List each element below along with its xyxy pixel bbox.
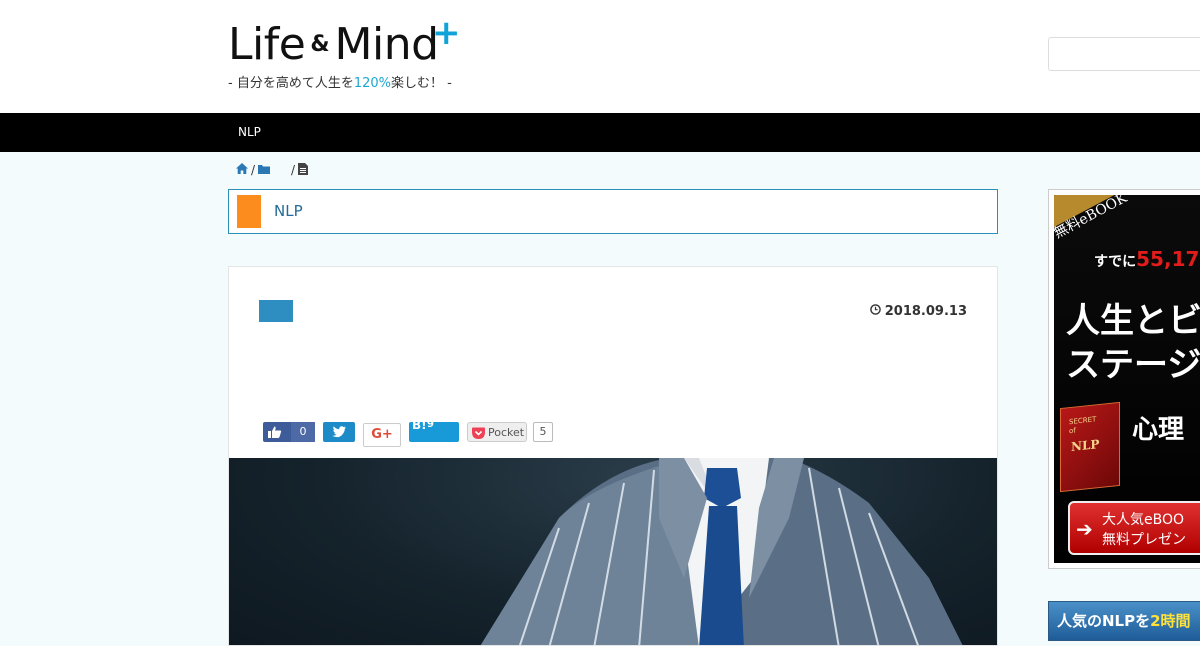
ad2-text: 人気のNLPを2時間 [1057,610,1191,631]
site-header: Life & Mind + - 自分を高めて人生を120%楽しむ！ - [0,0,1200,113]
ad2-accent: 2時間 [1150,612,1191,630]
ad-line1-pre: すでに [1094,254,1137,270]
hatena-bookmark-button[interactable]: B! 9 [409,418,459,442]
post-date-text: 2018.09.13 [884,304,967,319]
breadcrumb-separator: / [291,163,296,177]
document-icon [298,162,309,178]
pocket-button[interactable]: Pocket [467,422,527,442]
logo-word-life: Life [228,19,306,70]
thumbs-up-icon [268,426,282,438]
book-cover-title: NLP [1071,437,1100,454]
site-tagline: - 自分を高めて人生を120%楽しむ！ - [228,72,452,91]
post-date: 2018.09.13 [869,304,967,319]
logo-word-mind: Mind [334,19,440,70]
category-header: NLP [228,189,998,234]
ad-cta-line2: 無料プレゼン [1102,532,1186,548]
hero-image [229,458,997,645]
google-plus-button[interactable]: G+ [363,423,401,447]
ad-headline-1: 人生とビ [1066,301,1200,341]
article-card: 2018.09.13 0 G+ B! 9 Pocket 5 [228,266,998,646]
folder-icon[interactable] [258,163,271,177]
clock-icon [869,304,881,319]
ad2-pre: 人気のNLPを [1057,612,1151,630]
ad-subscriber-count: 55,17 [1136,247,1200,271]
category-title: NLP [274,202,303,220]
hatena-count: 9 [427,419,434,430]
tagline-after: 楽しむ！ - [391,76,452,91]
twitter-share-button[interactable] [323,422,355,442]
businessman-illustration [480,458,963,645]
home-icon[interactable] [236,163,248,177]
pocket-label: Pocket [488,426,525,439]
ebook-ad-banner: 無料eBOOK すでに55,17 人生とビ ステージ SECRET of NLP… [1054,195,1200,563]
ad-cta-button[interactable]: ➔ 大人気eBOO 無料プレゼン [1068,501,1200,555]
logo-plus-icon: + [432,13,461,53]
ad-subscriber-line: すでに55,17 [1094,247,1199,271]
site-logo[interactable]: Life & Mind + [228,16,461,70]
book-line-2: of [1069,426,1076,436]
logo-ampersand: & [310,32,330,57]
ebook-cover-image: SECRET of NLP [1060,401,1120,493]
breadcrumb: / / [236,162,309,178]
category-label[interactable] [259,300,293,322]
book-cover-subtitle: SECRET of [1069,415,1096,436]
facebook-count: 0 [291,422,315,442]
search-input[interactable] [1048,37,1200,71]
sidebar-nlp-course-ad[interactable]: 人気のNLPを2時間 [1048,601,1200,641]
ad-cta-line1: 大人気eBOO [1102,512,1185,528]
category-marker [237,195,261,228]
pocket-count: 5 [533,422,553,442]
twitter-bird-icon [332,426,346,438]
facebook-like-button[interactable]: 0 [263,422,315,442]
ad-headline-2: ステージ [1066,345,1200,385]
breadcrumb-separator: / [251,163,256,177]
nav-item-nlp[interactable]: NLP [238,125,261,139]
tagline-accent: 120% [353,76,391,91]
hatena-icon: B! [412,418,427,432]
main-navbar: NLP [0,113,1200,152]
pocket-icon [472,427,485,439]
ad-mid-text: 心理 [1132,415,1185,445]
arrow-right-icon: ➔ [1076,517,1093,541]
tagline-before: - 自分を高めて人生を [228,76,354,91]
sidebar-ebook-ad[interactable]: 無料eBOOK すでに55,17 人生とビ ステージ SECRET of NLP… [1048,189,1200,569]
